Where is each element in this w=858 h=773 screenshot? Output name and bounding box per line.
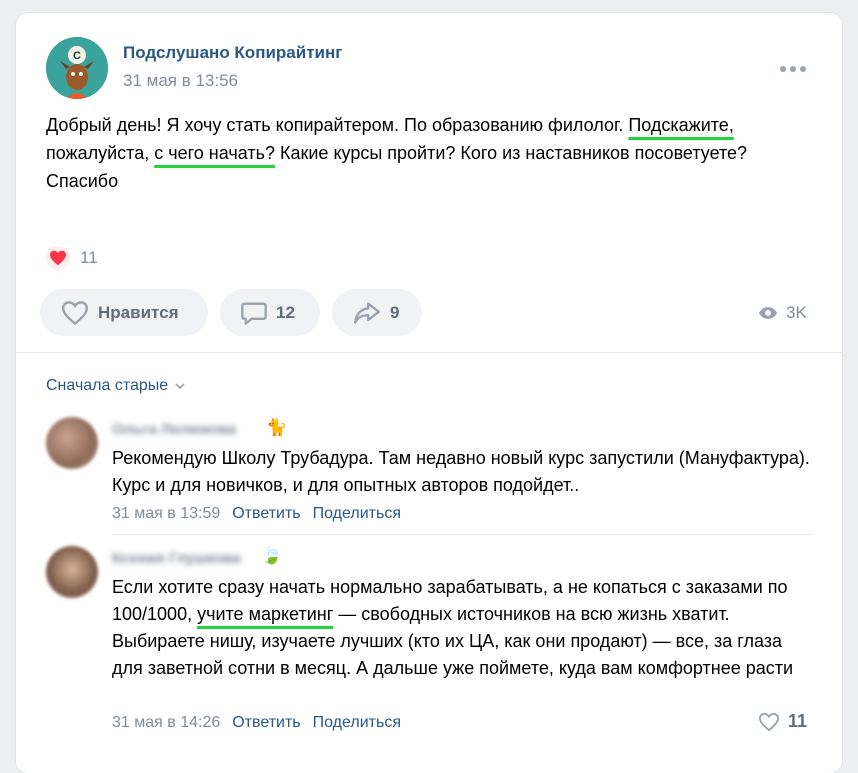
post-text-part: Спасибо: [46, 171, 119, 191]
comment-icon: [241, 302, 267, 325]
heart-reaction-icon: [46, 246, 70, 270]
post-text-highlight: с чего начать?: [154, 143, 275, 163]
like-button[interactable]: Нравится: [40, 289, 208, 336]
views-count: 3K: [786, 303, 807, 322]
post-text: Добрый день! Я хочу стать копирайтером. …: [46, 111, 816, 195]
comment-avatar[interactable]: [46, 417, 98, 469]
post-card: С Подслушано Копирайтинг 31 мая в 13:56 …: [16, 13, 842, 773]
post-text-part: Добрый день! Я хочу стать копирайтером. …: [46, 115, 629, 135]
comment-author[interactable]: Ксения Глушкова: [112, 550, 241, 567]
share-link[interactable]: Поделиться: [313, 505, 401, 523]
shares-count: 9: [390, 302, 400, 322]
comment-meta: 31 мая в 13:59 Ответить Поделиться: [112, 505, 401, 523]
reactions-count: 11: [80, 248, 98, 267]
post-date[interactable]: 31 мая в 13:56: [123, 71, 238, 91]
comment-button[interactable]: 12: [220, 289, 320, 336]
comment-date[interactable]: 31 мая в 13:59: [112, 505, 220, 523]
divider: [16, 352, 842, 353]
share-button[interactable]: 9: [332, 289, 422, 336]
cat-emoji-icon: 🐈: [266, 418, 288, 437]
comment-avatar[interactable]: [46, 546, 98, 598]
views-counter: 3K: [758, 303, 807, 323]
more-options-icon[interactable]: [780, 65, 806, 73]
leaf-emoji-icon: 🍃: [261, 546, 283, 565]
reactions-summary[interactable]: 11: [46, 246, 98, 270]
group-avatar[interactable]: С: [46, 37, 108, 99]
reply-link[interactable]: Ответить: [232, 714, 300, 732]
post-text-part: пожалуйста,: [46, 143, 155, 163]
group-name-link[interactable]: Подслушано Копирайтинг: [123, 43, 342, 63]
comment-like-button[interactable]: 11: [758, 711, 807, 732]
post-text-highlight: Подскажите,: [628, 115, 734, 135]
comment-likes-count: 11: [788, 711, 808, 731]
deer-logo-icon: С: [46, 37, 108, 99]
share-arrow-icon: [354, 301, 380, 324]
comments-count: 12: [276, 302, 295, 322]
share-link[interactable]: Поделиться: [313, 714, 401, 732]
sort-label: Сначала старые: [46, 377, 169, 394]
comment-date[interactable]: 31 мая в 14:26: [112, 714, 220, 732]
comment-meta: 31 мая в 14:26 Ответить Поделиться: [112, 714, 401, 732]
svg-text:С: С: [73, 50, 81, 62]
comment-divider: [112, 534, 812, 535]
comment-text-highlight: учите маркетинг: [197, 604, 334, 624]
like-button-label: Нравится: [98, 302, 179, 322]
comment-text: Рекомендую Школу Трубадура. Там недавно …: [112, 448, 810, 495]
comment-author[interactable]: Ольга Лелюкова: [112, 421, 236, 438]
post-text-part: Какие курсы пройти? Кого из наставников …: [275, 143, 748, 163]
heart-outline-icon: [61, 300, 89, 325]
comments-sort-dropdown[interactable]: Сначала старые: [46, 377, 186, 395]
eye-icon: [758, 307, 778, 319]
heart-outline-icon: [758, 712, 780, 731]
chevron-down-icon: [175, 383, 185, 390]
comment-text: Если хотите сразу начать нормально зараб…: [112, 574, 812, 682]
reply-link[interactable]: Ответить: [232, 505, 300, 523]
